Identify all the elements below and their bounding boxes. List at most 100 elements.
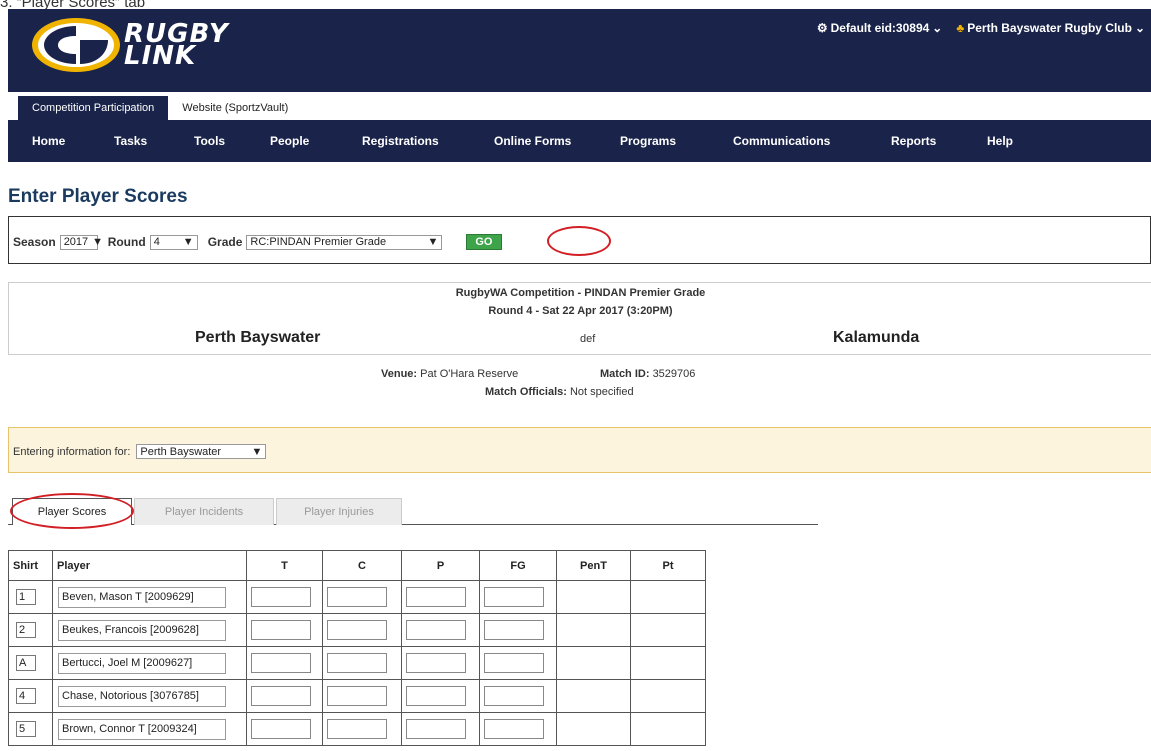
nav-communications[interactable]: Communications xyxy=(733,134,830,148)
venue: Venue: Pat O'Hara Reserve xyxy=(381,368,518,380)
club-dropdown[interactable]: ♣ Perth Bayswater Rugby Club ⌄ xyxy=(956,21,1145,35)
conversions-input[interactable] xyxy=(327,587,387,607)
shirt-cell: 2 xyxy=(8,613,53,647)
round-info: Round 4 - Sat 22 Apr 2017 (3:20PM) xyxy=(488,305,673,317)
filter-bar: Season 2017 ▼ Round 4 ▼ Grade RC:PINDAN … xyxy=(8,216,1151,264)
player-name: Bertucci, Joel M [2009627] xyxy=(58,652,226,674)
nav-tools[interactable]: Tools xyxy=(194,134,225,148)
conversions-input[interactable] xyxy=(327,620,387,640)
go-button[interactable]: GO xyxy=(466,234,502,250)
away-team: Kalamunda xyxy=(833,329,920,346)
penalties-input[interactable] xyxy=(406,719,466,739)
player-scores-table: Shirt Player T C P FG PenT Pt 1 Beven, M… xyxy=(8,550,706,746)
header-actions: ⚙ Default eid:30894 ⌄ ♣ Perth Bayswater … xyxy=(817,21,1145,35)
col-conversions: C xyxy=(322,550,402,581)
tab-player-injuries[interactable]: Player Injuries xyxy=(276,498,402,525)
rugby-link-logo-icon xyxy=(32,18,120,72)
shirt-input[interactable]: 1 xyxy=(16,589,36,605)
shirt-input[interactable]: A xyxy=(16,655,36,671)
shirt-input[interactable]: 4 xyxy=(16,688,36,704)
dropdown-arrow-icon: ▼ xyxy=(251,445,263,458)
points-cell xyxy=(630,712,706,746)
col-field-goals: FG xyxy=(479,550,557,581)
penalties-input[interactable] xyxy=(406,620,466,640)
player-name: Beven, Mason T [2009629] xyxy=(58,586,226,608)
conversions-input[interactable] xyxy=(327,719,387,739)
tries-input[interactable] xyxy=(251,587,311,607)
tries-cell xyxy=(246,613,323,647)
tab-website[interactable]: Website (SportzVault) xyxy=(168,96,302,120)
season-value: 2017 xyxy=(63,236,89,248)
field-goals-input[interactable] xyxy=(484,620,544,640)
field-goals-input[interactable] xyxy=(484,719,544,739)
team-select[interactable]: Perth Bayswater ▼ xyxy=(136,444,267,459)
conversions-input[interactable] xyxy=(327,653,387,673)
table-row: 1 Beven, Mason T [2009629] xyxy=(8,580,706,614)
chevron-down-icon: ⌄ xyxy=(1134,21,1145,35)
conversions-cell xyxy=(322,646,402,680)
dropdown-arrow-icon: ▼ xyxy=(427,236,439,248)
penalties-cell xyxy=(401,580,480,614)
grade-label: Grade xyxy=(207,235,243,249)
table-row: 2 Beukes, Francois [2009628] xyxy=(8,613,706,647)
match-summary: RugbyWA Competition - PINDAN Premier Gra… xyxy=(8,282,1151,355)
penalties-input[interactable] xyxy=(406,653,466,673)
tab-player-incidents[interactable]: Player Incidents xyxy=(134,498,274,525)
tab-player-scores[interactable]: Player Scores xyxy=(12,498,132,525)
header: RUGBY LINK ⚙ Default eid:30894 ⌄ ♣ Perth… xyxy=(8,9,1151,92)
shirt-input[interactable]: 2 xyxy=(16,622,36,638)
shirt-cell: 4 xyxy=(8,679,53,713)
field-goals-input[interactable] xyxy=(484,686,544,706)
col-player: Player xyxy=(52,550,247,581)
logo-text: RUGBY LINK xyxy=(124,21,229,69)
nav-help[interactable]: Help xyxy=(987,134,1013,148)
nav-registrations[interactable]: Registrations xyxy=(362,134,439,148)
entering-info-bar: Entering information for: Perth Bayswate… xyxy=(8,427,1151,473)
tries-input[interactable] xyxy=(251,620,311,640)
entity-label: Default eid:30894 xyxy=(830,21,930,35)
page-title: Enter Player Scores xyxy=(8,186,188,207)
points-cell xyxy=(630,679,706,713)
officials-label: Match Officials: xyxy=(485,386,567,398)
col-shirt: Shirt xyxy=(8,550,53,581)
nav-people[interactable]: People xyxy=(270,134,309,148)
shirt-input[interactable]: 5 xyxy=(16,721,36,737)
field-goals-cell xyxy=(479,679,557,713)
grade-select[interactable]: RC:PINDAN Premier Grade ▼ xyxy=(246,234,443,250)
nav-online-forms[interactable]: Online Forms xyxy=(494,134,571,148)
player-cell: Beukes, Francois [2009628] xyxy=(52,613,247,647)
col-penalty-tries: PenT xyxy=(556,550,631,581)
field-goals-input[interactable] xyxy=(484,653,544,673)
season-select[interactable]: 2017 ▼ xyxy=(59,234,103,250)
penalties-cell xyxy=(401,613,480,647)
nav-programs[interactable]: Programs xyxy=(620,134,676,148)
nav-reports[interactable]: Reports xyxy=(891,134,936,148)
tab-competition-participation[interactable]: Competition Participation xyxy=(18,96,169,120)
penalty-tries-cell xyxy=(556,580,631,614)
dropdown-arrow-icon: ▼ xyxy=(92,236,104,248)
nav-home[interactable]: Home xyxy=(32,134,65,148)
penalty-tries-cell xyxy=(556,613,631,647)
logo[interactable]: RUGBY LINK xyxy=(30,15,229,75)
conversions-cell xyxy=(322,712,402,746)
penalties-cell xyxy=(401,679,480,713)
penalties-cell xyxy=(401,646,480,680)
table-row: 5 Brown, Connor T [2009324] xyxy=(8,712,706,746)
team-select-value: Perth Bayswater xyxy=(140,445,222,458)
player-cell: Chase, Notorious [3076785] xyxy=(52,679,247,713)
conversions-cell xyxy=(322,613,402,647)
tries-input[interactable] xyxy=(251,653,311,673)
tries-input[interactable] xyxy=(251,719,311,739)
round-value: 4 xyxy=(153,236,160,248)
conversions-input[interactable] xyxy=(327,686,387,706)
tries-cell xyxy=(246,679,323,713)
field-goals-cell xyxy=(479,580,557,614)
round-select[interactable]: 4 ▼ xyxy=(149,234,198,250)
entity-dropdown[interactable]: ⚙ Default eid:30894 ⌄ xyxy=(817,21,943,35)
penalties-input[interactable] xyxy=(406,587,466,607)
tries-input[interactable] xyxy=(251,686,311,706)
penalties-input[interactable] xyxy=(406,686,466,706)
round-label: Round xyxy=(107,235,146,249)
nav-tasks[interactable]: Tasks xyxy=(114,134,147,148)
field-goals-input[interactable] xyxy=(484,587,544,607)
